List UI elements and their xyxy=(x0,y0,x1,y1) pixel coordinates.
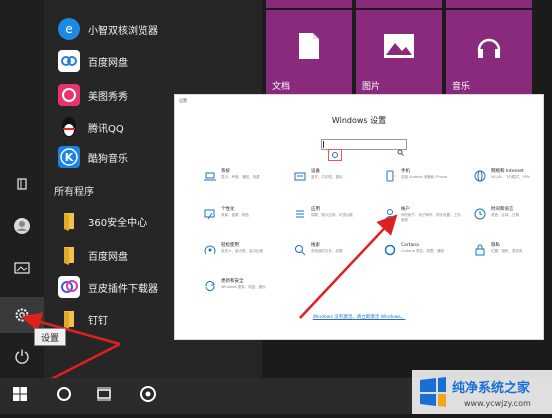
start-button[interactable] xyxy=(0,378,40,414)
browser-search-icon xyxy=(139,385,157,407)
task-view-button[interactable] xyxy=(84,378,124,414)
cortana-taskbar-button[interactable] xyxy=(44,378,84,414)
task-view-icon xyxy=(96,386,112,406)
cortana-circle-icon xyxy=(56,386,72,406)
watermark-logo: 纯净系统之家 www.ycwjzy.com xyxy=(412,370,552,414)
windows-logo-icon xyxy=(12,386,28,406)
annotation-arrows xyxy=(13,214,398,399)
arrow-to-accounts xyxy=(299,214,398,319)
browser-taskbar-button[interactable] xyxy=(128,378,168,414)
svg-text:www.ycwjzy.com: www.ycwjzy.com xyxy=(464,399,531,408)
svg-text:纯净系统之家: 纯净系统之家 xyxy=(452,380,531,396)
settings-tooltip: 设置 xyxy=(34,328,66,346)
